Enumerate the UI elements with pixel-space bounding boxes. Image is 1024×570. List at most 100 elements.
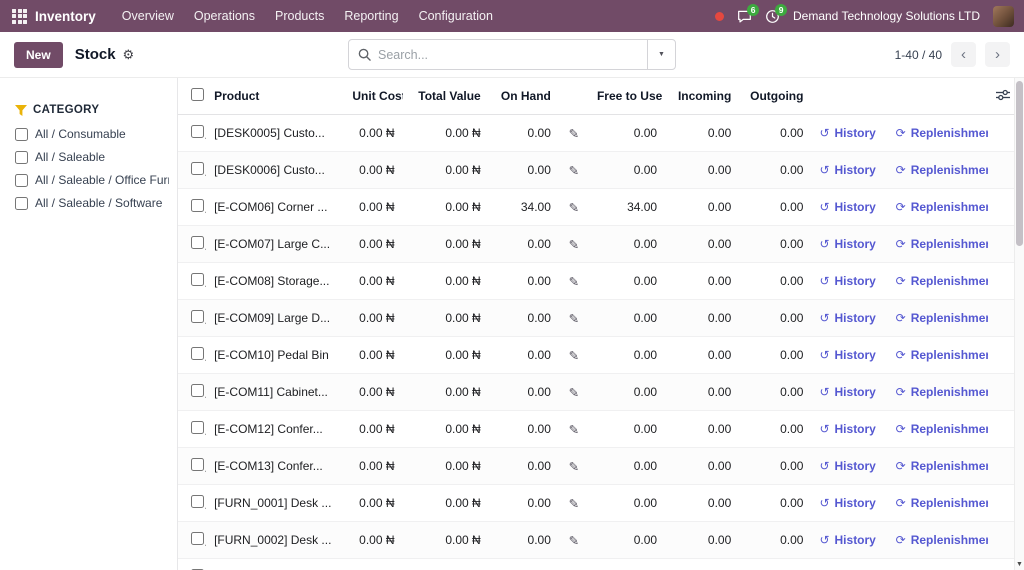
edit-on-hand-icon[interactable]: ✎ [569,164,579,178]
on-hand-cell[interactable]: 0.00 [489,152,559,189]
edit-on-hand-icon[interactable]: ✎ [569,497,579,511]
table-row[interactable]: [E-COM10] Pedal Bin 0.00 ₦ 0.00 ₦ 0.00 ✎… [178,337,1014,374]
table-row[interactable]: [DESK0005] Custo... 0.00 ₦ 0.00 ₦ 0.00 ✎… [178,115,1014,152]
product-cell[interactable]: [E-COM09] Large D... [206,300,344,337]
edit-on-hand-icon[interactable]: ✎ [569,127,579,141]
on-hand-cell[interactable]: 0.00 [489,374,559,411]
row-checkbox[interactable] [191,458,204,471]
column-on-hand[interactable]: On Hand [489,78,559,115]
row-checkbox[interactable] [191,162,204,175]
history-button[interactable]: ↺ History [819,459,875,473]
product-cell[interactable]: [DESK0006] Custo... [206,152,344,189]
column-free-to-use[interactable]: Free to Use [589,78,665,115]
category-checkbox[interactable] [15,151,28,164]
replenishment-button[interactable]: ⟳ Replenishment [896,533,988,547]
edit-on-hand-icon[interactable]: ✎ [569,349,579,363]
search-options-toggle[interactable]: ▼ [647,40,675,69]
gear-icon[interactable]: ⚙ [123,47,135,63]
history-button[interactable]: ↺ History [819,422,875,436]
on-hand-cell[interactable]: 0.00 [489,115,559,152]
product-cell[interactable]: [E-COM12] Confer... [206,411,344,448]
edit-on-hand-icon[interactable]: ✎ [569,386,579,400]
history-button[interactable]: ↺ History [819,348,875,362]
history-button[interactable]: ↺ History [819,385,875,399]
on-hand-cell[interactable]: 0.00 [489,263,559,300]
product-cell[interactable]: [E-COM08] Storage... [206,263,344,300]
replenishment-button[interactable]: ⟳ Replenishment [896,496,988,510]
top-menu-item[interactable]: Products [265,0,334,32]
column-total-value[interactable]: Total Value [403,78,489,115]
replenishment-button[interactable]: ⟳ Replenishment [896,348,988,362]
toggle-columns-icon[interactable] [996,89,1010,101]
on-hand-cell[interactable]: 0.00 [489,485,559,522]
category-checkbox[interactable] [15,197,28,210]
row-checkbox[interactable] [191,199,204,212]
activities-button[interactable]: 9 [765,9,780,24]
row-checkbox[interactable] [191,273,204,286]
history-button[interactable]: ↺ History [819,237,875,251]
product-cell[interactable]: [DESK0005] Custo... [206,115,344,152]
edit-on-hand-icon[interactable]: ✎ [569,534,579,548]
column-incoming[interactable]: Incoming [665,78,739,115]
table-row[interactable]: [E-COM13] Confer... 0.00 ₦ 0.00 ₦ 0.00 ✎… [178,448,1014,485]
history-button[interactable]: ↺ History [819,274,875,288]
edit-on-hand-icon[interactable]: ✎ [569,238,579,252]
on-hand-cell[interactable]: 0.00 [489,337,559,374]
product-cell[interactable]: [FURN_0002] Desk ... [206,522,344,559]
replenishment-button[interactable]: ⟳ Replenishment [896,237,988,251]
replenishment-button[interactable]: ⟳ Replenishment [896,200,988,214]
replenishment-button[interactable]: ⟳ Replenishment [896,385,988,399]
category-filter-item[interactable]: All / Saleable / Office Furni... [15,173,169,187]
history-button[interactable]: ↺ History [819,126,875,140]
on-hand-cell[interactable]: 0.00 [489,411,559,448]
table-row[interactable]: [FURN_0002] Desk ... 0.00 ₦ 0.00 ₦ 0.00 … [178,522,1014,559]
search-input[interactable] [378,48,647,62]
on-hand-cell[interactable]: 0.00 [489,448,559,485]
edit-on-hand-icon[interactable]: ✎ [569,423,579,437]
row-checkbox[interactable] [191,236,204,249]
row-checkbox[interactable] [191,347,204,360]
scroll-down-arrow[interactable]: ▼ [1015,561,1024,568]
apps-menu-icon[interactable] [12,9,27,24]
history-button[interactable]: ↺ History [819,496,875,510]
pager-next-button[interactable]: › [985,42,1010,67]
top-menu-item[interactable]: Reporting [334,0,408,32]
row-checkbox[interactable] [191,310,204,323]
top-menu-item[interactable]: Configuration [409,0,503,32]
on-hand-cell[interactable]: 0.00 [489,522,559,559]
category-filter-item[interactable]: All / Consumable [15,127,169,141]
product-cell[interactable]: [FURN_0003] LED L... [206,559,344,570]
table-row[interactable]: [FURN_0003] LED L... 0.00 ₦ 0.00 ₦ 0.00 … [178,559,1014,570]
replenishment-button[interactable]: ⟳ Replenishment [896,422,988,436]
category-filter-item[interactable]: All / Saleable / Software [15,196,169,210]
select-all-checkbox[interactable] [191,88,204,101]
history-button[interactable]: ↺ History [819,200,875,214]
row-checkbox[interactable] [191,532,204,545]
edit-on-hand-icon[interactable]: ✎ [569,312,579,326]
table-row[interactable]: [FURN_0001] Desk ... 0.00 ₦ 0.00 ₦ 0.00 … [178,485,1014,522]
replenishment-button[interactable]: ⟳ Replenishment [896,311,988,325]
app-name[interactable]: Inventory [35,9,96,24]
column-product[interactable]: Product [206,78,344,115]
row-checkbox[interactable] [191,421,204,434]
on-hand-cell[interactable]: 0.00 [489,300,559,337]
top-menu-item[interactable]: Overview [112,0,184,32]
history-button[interactable]: ↺ History [819,311,875,325]
row-checkbox[interactable] [191,125,204,138]
company-name[interactable]: Demand Technology Solutions LTD [793,9,980,23]
messages-button[interactable]: 6 [737,9,752,24]
top-menu-item[interactable]: Operations [184,0,265,32]
edit-on-hand-icon[interactable]: ✎ [569,201,579,215]
replenishment-button[interactable]: ⟳ Replenishment [896,459,988,473]
history-button[interactable]: ↺ History [819,163,875,177]
history-button[interactable]: ↺ History [819,533,875,547]
on-hand-cell[interactable]: 0.00 [489,226,559,263]
product-cell[interactable]: [E-COM06] Corner ... [206,189,344,226]
table-row[interactable]: [E-COM12] Confer... 0.00 ₦ 0.00 ₦ 0.00 ✎… [178,411,1014,448]
replenishment-button[interactable]: ⟳ Replenishment [896,274,988,288]
row-checkbox[interactable] [191,384,204,397]
table-row[interactable]: [E-COM07] Large C... 0.00 ₦ 0.00 ₦ 0.00 … [178,226,1014,263]
column-unit-cost[interactable]: Unit Cost [344,78,402,115]
scrollbar-thumb[interactable] [1016,81,1023,246]
user-avatar[interactable] [993,6,1014,27]
